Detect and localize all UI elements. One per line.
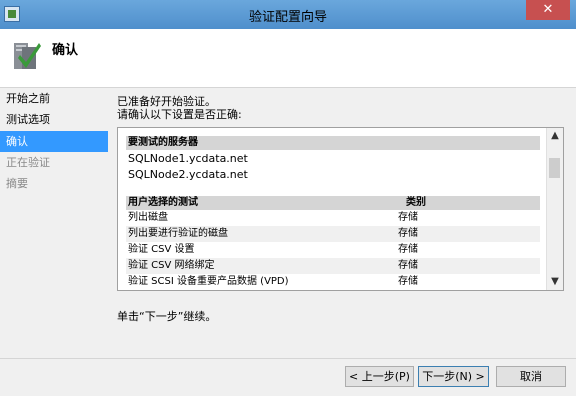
next-button[interactable]: 下一步(N) > <box>418 366 489 387</box>
wizard-steps: 开始之前 测试选项 确认 正在验证 摘要 <box>0 88 108 194</box>
servers-header: 要测试的服务器 <box>126 136 540 150</box>
test-name: 列出磁盘 <box>128 212 168 223</box>
server-item-1: SQLNode1.ycdata.net <box>128 152 248 165</box>
confirmation-list[interactable]: 要测试的服务器 SQLNode1.ycdata.net SQLNode2.ycd… <box>117 127 564 291</box>
test-name: 列出要进行验证的磁盘 <box>128 228 228 239</box>
test-name: 验证 SCSI 设备重要产品数据 (VPD) <box>128 276 289 287</box>
title-bar[interactable]: 验证配置向导 ✕ <box>0 0 576 29</box>
server-item-2: SQLNode2.ycdata.net <box>128 168 248 181</box>
step-confirmation[interactable]: 确认 <box>0 131 108 152</box>
test-name: 验证 CSV 网络绑定 <box>128 260 215 271</box>
scrollbar-thumb[interactable] <box>549 158 560 178</box>
window-title: 验证配置向导 <box>248 10 327 25</box>
step-summary: 摘要 <box>6 177 28 190</box>
scroll-down-icon[interactable]: ▼ <box>547 274 563 290</box>
test-category: 存储 <box>398 244 418 255</box>
divider <box>0 358 576 359</box>
intro-line-2: 请确认以下设置是否正确: <box>117 108 242 121</box>
test-category: 存储 <box>398 260 418 271</box>
vertical-scrollbar[interactable]: ▲ ▼ <box>546 128 563 290</box>
scroll-up-icon[interactable]: ▲ <box>547 128 563 144</box>
test-category: 存储 <box>398 212 418 223</box>
test-row: 验证 SCSI 设备重要产品数据 (VPD) 存储 <box>126 274 540 290</box>
step-validating: 正在验证 <box>6 156 50 169</box>
intro-line-1: 已准备好开始验证。 <box>117 95 216 108</box>
step-before-you-begin[interactable]: 开始之前 <box>0 88 108 109</box>
cluster-validate-icon <box>14 43 41 69</box>
test-row: 验证 CSV 网络绑定 存储 <box>126 258 540 274</box>
test-row: 列出磁盘 存储 <box>126 210 540 226</box>
step-testing-options[interactable]: 测试选项 <box>0 109 108 130</box>
category-column-header: 类别 <box>406 197 426 208</box>
test-row: 列出要进行验证的磁盘 存储 <box>126 226 540 242</box>
close-button[interactable]: ✕ <box>526 0 570 20</box>
test-category: 存储 <box>398 228 418 239</box>
test-name: 验证 CSV 设置 <box>128 244 195 255</box>
page-title: 确认 <box>52 43 79 58</box>
intro-text: 已准备好开始验证。 请确认以下设置是否正确: <box>117 95 242 121</box>
continue-instruction: 单击“下一步”继续。 <box>117 310 217 323</box>
back-button[interactable]: < 上一步(P) <box>345 366 414 387</box>
test-row: 验证 CSV 设置 存储 <box>126 242 540 258</box>
page-header: 确认 <box>0 29 576 88</box>
test-category: 存储 <box>398 276 418 287</box>
tests-header: 用户选择的测试 类别 <box>126 196 540 210</box>
tests-column-header: 用户选择的测试 <box>128 197 198 208</box>
cancel-button[interactable]: 取消 <box>496 366 566 387</box>
